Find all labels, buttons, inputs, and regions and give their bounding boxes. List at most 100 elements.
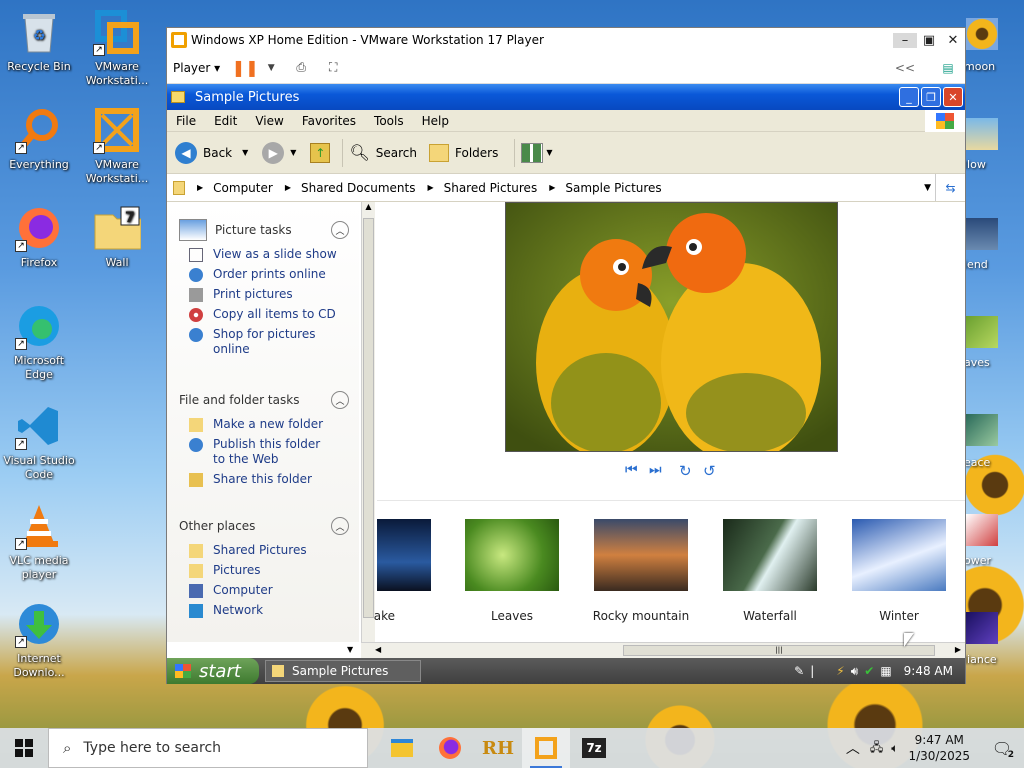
breadcrumb-sample-pictures[interactable]: Sample Pictures: [565, 181, 661, 195]
message-icon[interactable]: ▤: [937, 57, 959, 79]
task-print-pictures[interactable]: Print pictures: [189, 287, 349, 302]
desktop-icon-vmware-1[interactable]: ↗ VMware Workstati...: [78, 8, 156, 88]
menu-view[interactable]: View: [246, 114, 292, 128]
send-ctrl-alt-del-icon[interactable]: ⎙: [290, 57, 312, 79]
scroll-right-icon[interactable]: ▶: [955, 645, 961, 654]
fullscreen-icon[interactable]: ⛶: [322, 57, 344, 79]
task-copy-to-cd[interactable]: Copy all items to CD: [189, 307, 349, 322]
taskbar-app-7zip[interactable]: 7z: [570, 728, 618, 768]
notification-center-icon[interactable]: 🗨︎ 2: [980, 728, 1024, 768]
volume-icon[interactable]: 🔊︎: [851, 664, 859, 679]
close-icon[interactable]: ✕: [943, 87, 963, 107]
thumbnail-winter[interactable]: [852, 519, 946, 591]
task-publish-web[interactable]: Publish this folder to the Web: [189, 437, 349, 467]
taskbar-app-firefox[interactable]: [426, 728, 474, 768]
collapse-chevron-icon[interactable]: ︿: [331, 517, 349, 535]
desktop-icon-vlc[interactable]: ↗ VLC media player: [0, 502, 78, 582]
volume-icon[interactable]: 🔈︎: [891, 741, 898, 756]
breadcrumb-computer[interactable]: Computer: [213, 181, 273, 195]
chevron-down-icon[interactable]: ▼: [546, 148, 552, 157]
vmware-titlebar[interactable]: Windows XP Home Edition - VMware Worksta…: [167, 28, 965, 52]
chevron-down-icon[interactable]: ▼: [924, 183, 931, 193]
chevron-down-icon[interactable]: ▼: [290, 148, 296, 157]
pen-icon[interactable]: ✎: [794, 664, 804, 678]
network-icon[interactable]: 🖧︎: [870, 738, 883, 759]
restore-icon[interactable]: ❐: [921, 87, 941, 107]
minimize-icon[interactable]: _: [899, 87, 919, 107]
picture-tasks-header[interactable]: Picture tasks ︿: [179, 218, 349, 242]
task-share-folder[interactable]: Share this folder: [189, 472, 349, 487]
scrollbar-thumb[interactable]: [363, 218, 374, 618]
task-new-folder[interactable]: Make a new folder: [189, 417, 349, 432]
desktop-icon-firefox[interactable]: ↗ Firefox: [0, 204, 78, 270]
taskbar-app-vmware[interactable]: [522, 728, 570, 768]
chevron-down-icon[interactable]: ▼: [266, 57, 276, 79]
taskbar-item-sample-pictures[interactable]: Sample Pictures: [265, 660, 421, 682]
player-menu[interactable]: Player ▾: [173, 61, 220, 75]
desktop-icon-recycle-bin[interactable]: ♻ Recycle Bin: [0, 8, 78, 74]
pause-icon[interactable]: ❚❚: [232, 57, 259, 79]
xp-explorer-titlebar[interactable]: Sample Pictures _ ❐ ✕: [167, 84, 965, 110]
minimize-icon[interactable]: –: [893, 32, 917, 48]
monitor-tray-icon[interactable]: ▦: [880, 664, 891, 678]
menu-help[interactable]: Help: [413, 114, 458, 128]
collapse-chevron-icon[interactable]: ︿: [331, 221, 349, 239]
forward-arrow-icon[interactable]: ▶: [262, 141, 285, 164]
task-view-slideshow[interactable]: View as a slide show: [189, 247, 349, 262]
menu-edit[interactable]: Edit: [205, 114, 246, 128]
desktop-icon-vscode[interactable]: ↗ Visual Studio Code: [0, 402, 78, 482]
taskbar-search-box[interactable]: ⌕ Type here to search: [48, 728, 368, 768]
desktop-icon-everything[interactable]: ↗ Everything: [0, 106, 78, 172]
menu-favorites[interactable]: Favorites: [293, 114, 365, 128]
collapse-chevron-icon[interactable]: ︿: [331, 391, 349, 409]
back-button[interactable]: Back: [203, 146, 232, 160]
desktop-icon-edge[interactable]: ↗ Microsoft Edge: [0, 302, 78, 382]
back-arrow-icon[interactable]: ◀: [175, 141, 197, 164]
scroll-down-icon[interactable]: ▼: [347, 645, 353, 654]
place-shared-pictures[interactable]: Shared Pictures: [189, 543, 349, 558]
scroll-left-icon[interactable]: ◀: [375, 645, 381, 654]
chevron-down-icon[interactable]: ▼: [242, 148, 248, 157]
go-icon[interactable]: ⇆: [935, 174, 965, 201]
search-button[interactable]: Search: [376, 146, 417, 160]
previous-image-icon[interactable]: ⏮: [625, 462, 638, 478]
task-shop-pictures[interactable]: Shop for pictures online: [189, 327, 349, 357]
security-shield-icon[interactable]: ✔: [864, 664, 874, 678]
desktop-icon-idm[interactable]: ↗ Internet Downlo...: [0, 600, 78, 680]
taskbar-app-rh[interactable]: RH: [474, 728, 522, 768]
breadcrumb-shared-pictures[interactable]: Shared Pictures: [444, 181, 538, 195]
menu-tools[interactable]: Tools: [365, 114, 413, 128]
other-places-header[interactable]: Other places ︿: [179, 514, 349, 538]
thumbnail-lake[interactable]: [377, 519, 431, 591]
desktop-icon-vmware-2[interactable]: ↗ VMware Workstati...: [78, 106, 156, 186]
network-tray-icon[interactable]: ⚡: [836, 664, 844, 678]
next-image-icon[interactable]: ⏭: [649, 462, 662, 478]
breadcrumb-shared-documents[interactable]: Shared Documents: [301, 181, 415, 195]
scroll-up-icon[interactable]: ▲: [362, 202, 375, 216]
chevron-up-icon[interactable]: ︿: [846, 738, 860, 758]
address-bar[interactable]: ▶ Computer ▶ Shared Documents ▶ Shared Pict…: [167, 174, 965, 202]
windows-clock[interactable]: 9:47 AM 1/30/2025: [908, 732, 970, 764]
taskbar-app-file-explorer[interactable]: [378, 728, 426, 768]
horizontal-scrollbar[interactable]: ▼ ◀ ||| ▶: [347, 642, 965, 658]
file-folder-tasks-header[interactable]: File and folder tasks ︿: [179, 388, 349, 412]
start-button[interactable]: start: [167, 658, 259, 684]
preview-image-parrots[interactable]: [505, 202, 838, 452]
thumbnail-leaves[interactable]: [465, 519, 559, 591]
thumbnail-waterfall[interactable]: [723, 519, 817, 591]
rotate-counterclockwise-icon[interactable]: ↺: [703, 462, 716, 480]
task-pane-scrollbar[interactable]: ▲: [361, 202, 375, 642]
scrollbar-thumb[interactable]: |||: [623, 645, 935, 656]
rotate-clockwise-icon[interactable]: ↻: [679, 462, 692, 480]
task-order-prints[interactable]: Order prints online: [189, 267, 349, 282]
place-pictures[interactable]: Pictures: [189, 563, 349, 578]
desktop-icon-wall[interactable]: 7 Wall: [78, 204, 156, 270]
folders-button[interactable]: Folders: [455, 146, 498, 160]
collapse-toolbar-button[interactable]: <<: [895, 61, 915, 75]
menu-file[interactable]: File: [167, 114, 205, 128]
place-computer[interactable]: Computer: [189, 583, 349, 598]
views-icon[interactable]: [521, 142, 544, 163]
thumbnail-rocky-mountain[interactable]: [594, 519, 688, 591]
maximize-icon[interactable]: ▣: [917, 33, 941, 48]
windows-start-icon[interactable]: [0, 728, 48, 768]
